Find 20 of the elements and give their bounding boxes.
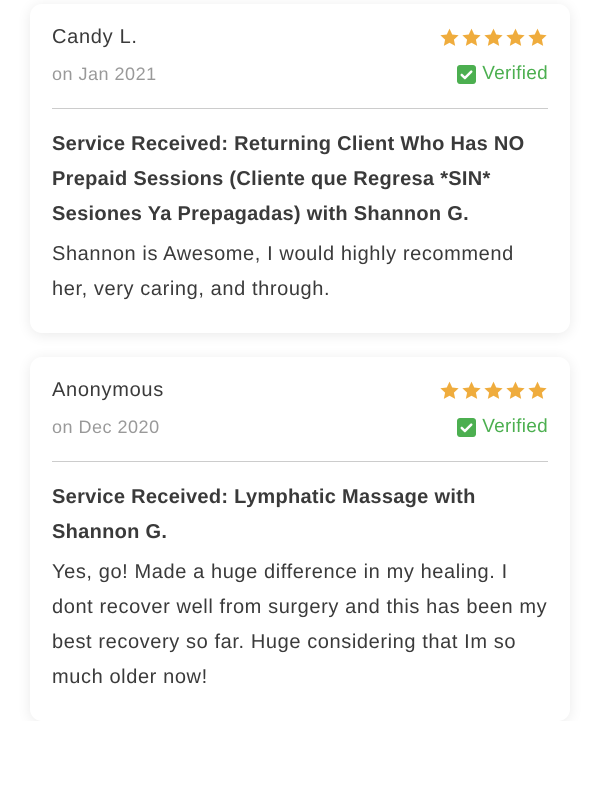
verified-label: Verified: [482, 416, 548, 438]
verified-label: Verified: [482, 63, 548, 85]
star-icon: [527, 27, 548, 48]
star-icon: [483, 380, 504, 401]
service-received-text: Service Received: Lymphatic Massage with Shannon G.: [52, 485, 477, 545]
star-icon: [461, 27, 482, 48]
star-icon: [505, 380, 526, 401]
star-icon: [527, 380, 548, 401]
star-icon: [439, 380, 460, 401]
star-icon: [439, 27, 460, 48]
reviewer-name: Anonymous: [52, 379, 164, 402]
review-date: on Jan 2021: [52, 64, 157, 84]
review-date: on Dec 2020: [52, 416, 160, 438]
star-icon: [483, 27, 504, 48]
review-text: Yes, go! Made a huge difference in my healing. I dont recover well from surgery and this has been my best recovery so far. Huge considering that Im so much older now!: [52, 560, 548, 690]
star-icon: [461, 380, 482, 401]
reviewer-name: Candy L.: [52, 26, 138, 49]
review-text: Shannon is Awesome, I would highly recommend her, very caring, and through.: [52, 242, 515, 302]
service-received-text: Service Received: Returning Client Who Has NO Prepaid Sessions (Cliente que Regresa *SIN* Sesiones Ya Prepagadas) with Shannon G.: [52, 132, 526, 227]
star-icon: [505, 27, 526, 48]
